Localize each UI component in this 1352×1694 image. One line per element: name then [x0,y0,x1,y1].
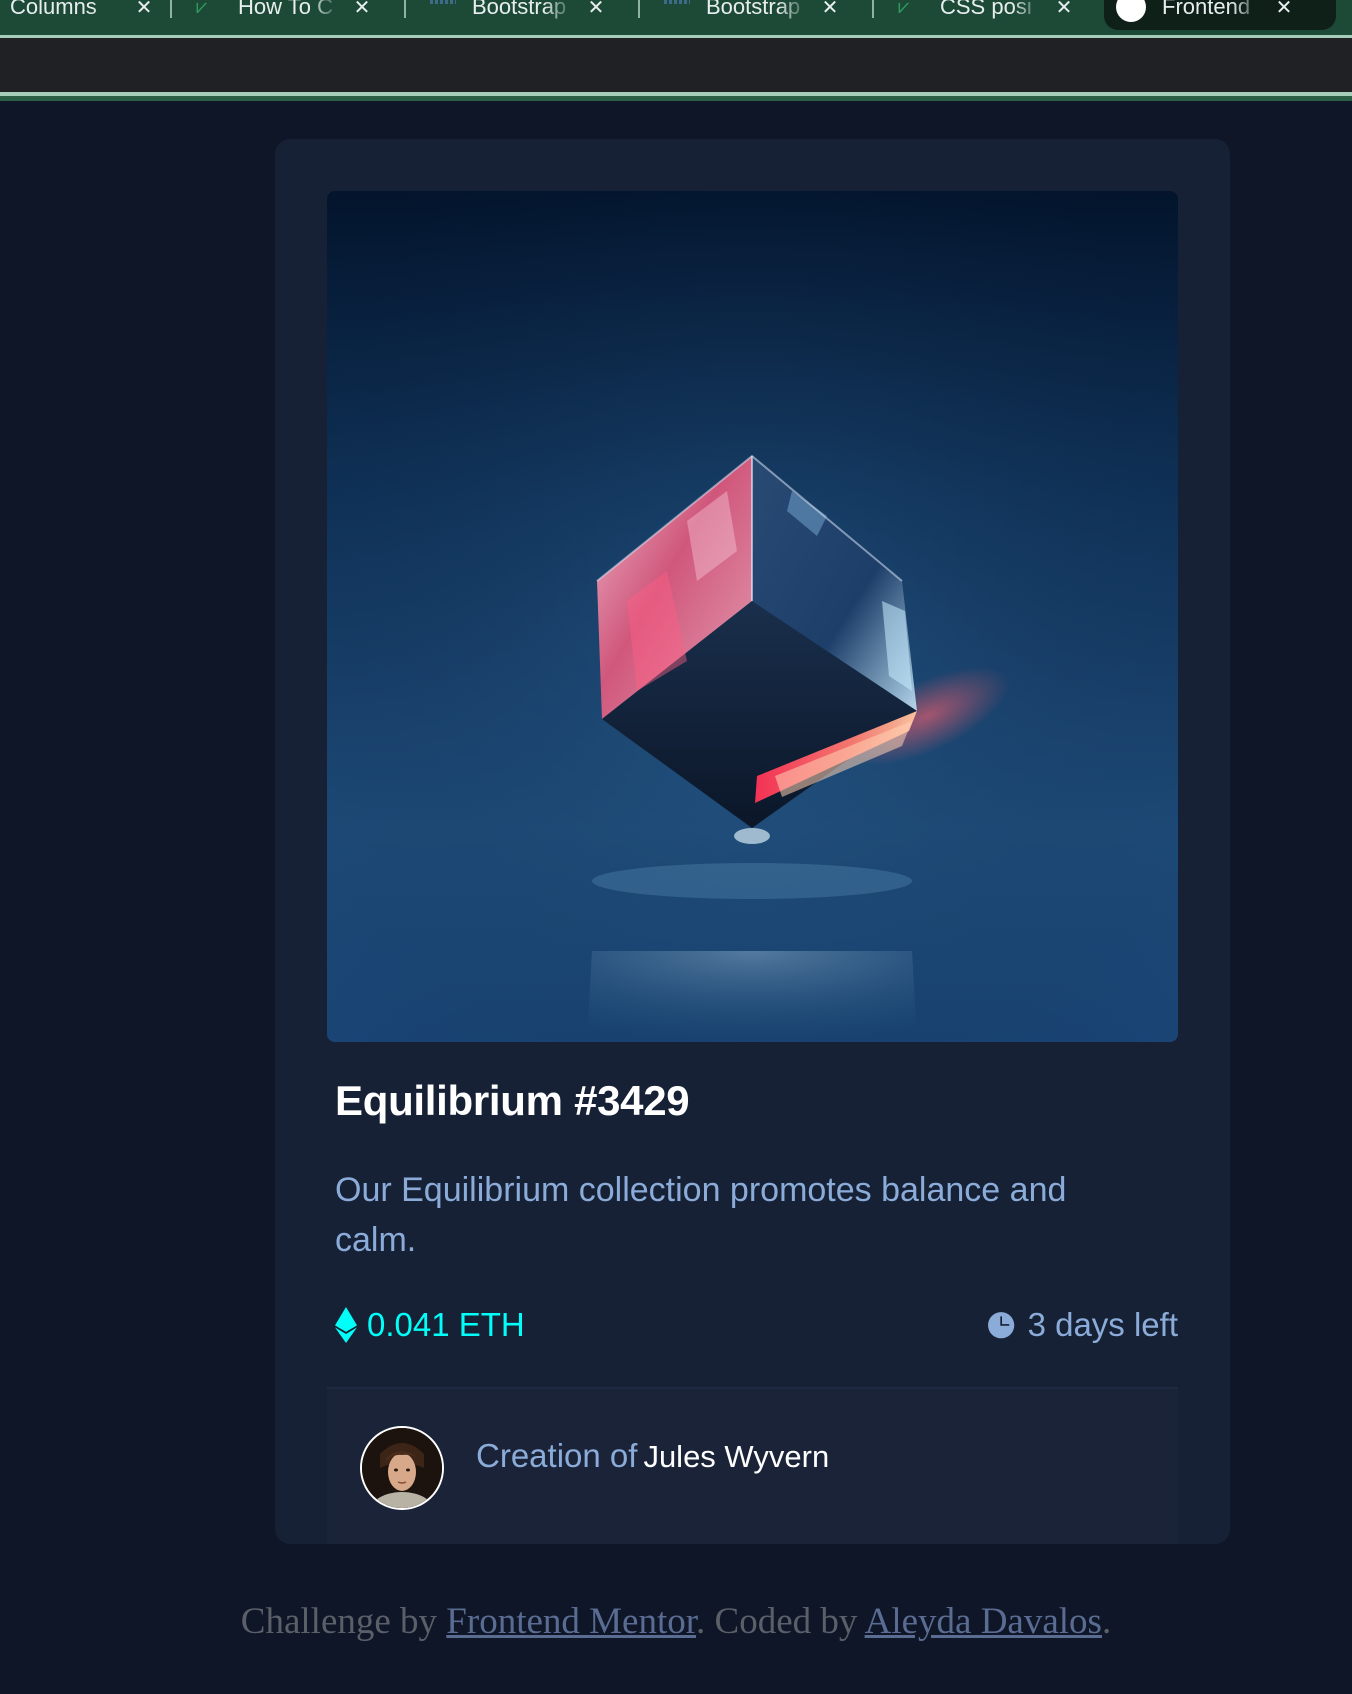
bars-favicon-icon [430,0,456,4]
tab-close-icon[interactable]: ✕ [1272,0,1296,20]
tab-label: Columns [10,0,122,20]
tab-label: Bootstrap [706,0,808,20]
browser-tab-columns[interactable]: Columns ✕ [0,0,168,30]
nft-image[interactable] [327,191,1178,1042]
avatar-portrait [362,1428,442,1508]
author-link[interactable]: Aleyda Davalos [865,1601,1102,1642]
frontend-mentor-link[interactable]: Frontend Mentor [446,1601,696,1642]
tab-separator [638,0,640,18]
equilibrium-cube-illustration [327,191,1178,1042]
tab-close-icon[interactable]: ✕ [132,0,156,20]
nft-description: Our Equilibrium collection promotes bala… [335,1171,1067,1259]
attribution: Challenge by Frontend Mentor. Coded by A… [0,1600,1352,1643]
price-row: 0.041 ETH 3 days left [335,1306,1178,1350]
tab-close-icon[interactable]: ✕ [818,0,842,20]
attribution-middle: . Coded by [696,1601,858,1642]
creator-prefix: Creation of [476,1437,638,1474]
nft-title[interactable]: Equilibrium #3429 [335,1077,690,1125]
tab-close-icon[interactable]: ✕ [1052,0,1076,20]
browser-tab-how-to[interactable]: ⩗ How To C ✕ [184,0,386,30]
tab-close-icon[interactable]: ✕ [350,0,374,20]
tab-label: Frontend [1162,0,1262,20]
page-body: Equilibrium #3429 Our Equilibrium collec… [0,101,1352,1694]
tab-separator [404,0,406,18]
nft-card: Equilibrium #3429 Our Equilibrium collec… [275,139,1230,1544]
browser-tab-bootstrap-2[interactable]: Bootstrap ✕ [652,0,854,30]
tab-label: CSS posi [940,0,1042,20]
creator-row: Creation of Jules Wyvern [327,1389,1178,1544]
browser-tab-frontend-active[interactable]: Frontend ✕ [1104,0,1336,30]
creator-name-link[interactable]: Jules Wyvern [643,1439,829,1474]
attribution-suffix: . [1101,1601,1112,1642]
browser-tab-css-position[interactable]: ⩗ CSS posi ✕ [886,0,1088,30]
frontend-mentor-icon [1116,0,1146,22]
price: 0.041 ETH [335,1306,525,1344]
tab-separator [170,0,172,18]
ethereum-icon [335,1307,357,1343]
tab-separator [872,0,874,18]
attribution-prefix: Challenge by [240,1601,438,1642]
tab-close-icon[interactable]: ✕ [584,0,608,20]
browser-tab-bootstrap-1[interactable]: Bootstrap ✕ [418,0,620,30]
creator-line: Creation of Jules Wyvern [476,1437,829,1475]
browser-toolbar [0,38,1352,92]
w3schools-icon: ⩗ [898,0,910,18]
time-left-value: 3 days left [1027,1306,1178,1343]
clock-icon [987,1311,1014,1338]
bars-favicon-icon [664,0,690,4]
creator-avatar [360,1426,444,1510]
time-left: 3 days left [987,1306,1178,1344]
tab-label: How To C [238,0,340,20]
browser-tab-bar: Columns ✕ ⩗ How To C ✕ Bootstrap ✕ Boots… [0,0,1352,36]
tab-label: Bootstrap [472,0,574,20]
price-value: 0.041 ETH [367,1306,525,1343]
w3schools-icon: ⩗ [196,0,208,18]
